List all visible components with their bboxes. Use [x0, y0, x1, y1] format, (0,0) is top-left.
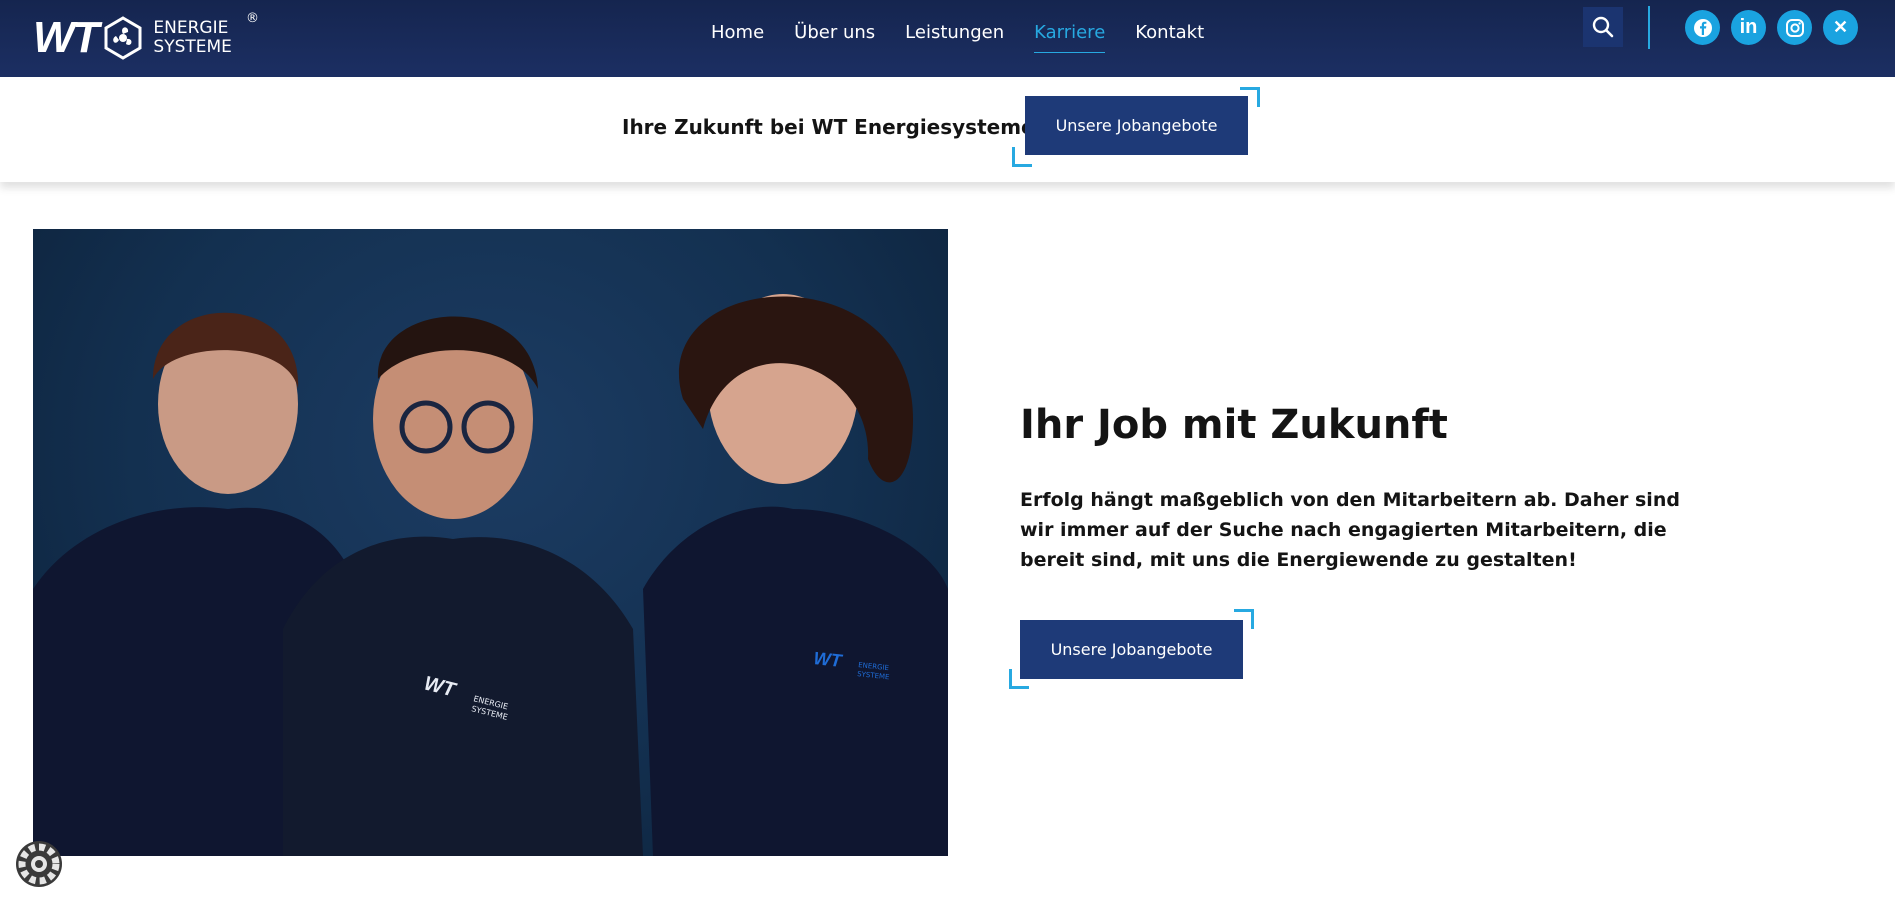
nav-home[interactable]: Home: [711, 22, 764, 45]
logo-wt-text: WT: [33, 13, 99, 62]
shirt-logo-wt-right: WT: [813, 648, 845, 671]
logo-hex-icon: [104, 16, 142, 60]
logo-line-2: SYSTEME: [153, 37, 232, 57]
logo-wordmark: ENERGIE SYSTEME: [153, 19, 232, 57]
career-subbar: Ihre Zukunft bei WT Energiesysteme Unser…: [0, 77, 1895, 182]
subbar-cta: Unsere Jobangebote: [1012, 87, 1260, 167]
team-photo-illustration: WT ENERGIE SYSTEME WT ENERGIE SYSTEME: [33, 294, 948, 856]
nav-ueber-uns[interactable]: Über uns: [794, 22, 875, 45]
nav-kontakt[interactable]: Kontakt: [1135, 22, 1204, 45]
site-header: WT ENERGIE SYSTEME ® Home Über uns Leist…: [0, 0, 1895, 77]
header-divider: [1648, 6, 1650, 49]
person-middle-shirt: [283, 536, 643, 856]
subbar-title: Ihre Zukunft bei WT Energiesysteme: [622, 115, 1035, 139]
main-nav: Home Über uns Leistungen Karriere Kontak…: [711, 0, 1234, 66]
nav-karriere[interactable]: Karriere: [1034, 22, 1106, 53]
cookie-settings-icon[interactable]: [14, 839, 64, 889]
team-photo: WT ENERGIE SYSTEME WT ENERGIE SYSTEME: [33, 229, 948, 856]
person-right-shirt: [643, 506, 948, 856]
instagram-icon[interactable]: [1777, 10, 1812, 45]
linkedin-icon[interactable]: in: [1731, 10, 1766, 45]
search-button[interactable]: [1583, 7, 1623, 47]
search-icon: [1592, 16, 1614, 38]
xing-icon[interactable]: ✕: [1823, 10, 1858, 45]
nav-leistungen[interactable]: Leistungen: [905, 22, 1004, 45]
section-paragraph: Erfolg hängt maßgeblich von den Mitarbei…: [1020, 489, 1680, 571]
jobangebote-button-top[interactable]: Unsere Jobangebote: [1025, 96, 1248, 155]
main-cta: Unsere Jobangebote: [1009, 609, 1254, 689]
logo-line-1: ENERGIE: [153, 18, 229, 38]
facebook-icon[interactable]: [1685, 10, 1720, 45]
registered-mark: ®: [246, 11, 259, 26]
logo[interactable]: WT ENERGIE SYSTEME ®: [33, 11, 259, 63]
jobangebote-button-main[interactable]: Unsere Jobangebote: [1020, 620, 1243, 679]
section-heading: Ihr Job mit Zukunft: [1020, 402, 1448, 448]
